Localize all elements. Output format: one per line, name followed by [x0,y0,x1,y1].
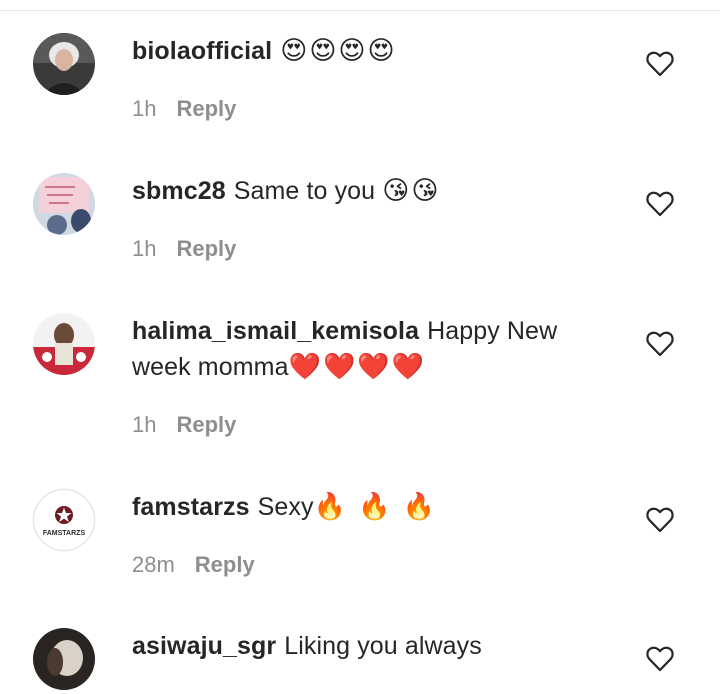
comment-meta: 1h Reply [132,411,236,439]
comment-text: famstarzs Sexy🔥 🔥 🔥 [132,489,612,525]
comment-emoji: 😍😍😍😍 [280,36,397,66]
comment-time: 1h [132,96,157,121]
user-avatar-photo-icon [33,628,95,690]
comment-text: sbmc28 Same to you 😘😘 [132,173,612,209]
comment-text: halima_ismail_kemisola Happy New week mom… [132,313,612,385]
famstarzs-logo-icon: FAMSTARZS [34,490,94,550]
comment-text: biolaofficial 😍😍😍😍 [132,33,612,69]
comment-time: 28m [132,552,175,577]
comment-meta: 28m Reply [132,551,255,579]
comment-username[interactable]: sbmc28 [132,177,226,205]
reply-button[interactable]: Reply [195,552,255,577]
user-avatar-photo-icon [33,173,95,235]
top-divider [0,0,720,11]
comment-body: Sexy [257,493,314,521]
comment-username[interactable]: halima_ismail_kemisola [132,317,419,345]
user-avatar-photo-icon [33,313,95,375]
avatar[interactable] [33,173,95,235]
avatar[interactable] [33,33,95,95]
heart-icon[interactable] [646,51,674,77]
comment-username[interactable]: famstarzs [132,493,250,521]
comment-meta: 1h Reply [132,95,236,123]
heart-icon[interactable] [646,507,674,533]
comment-emoji: 😘😘 [382,176,441,206]
reply-button[interactable]: Reply [176,96,236,121]
heart-icon[interactable] [646,646,674,672]
heart-icon[interactable] [646,191,674,217]
avatar[interactable]: FAMSTARZS [33,489,95,551]
comment-body: Liking you always [284,632,482,660]
avatar[interactable] [33,313,95,375]
comment-text: asiwaju_sgr Liking you always [132,628,612,664]
comment-body: Same to you [233,177,376,205]
comment-username[interactable]: asiwaju_sgr [132,632,276,660]
heart-icon[interactable] [646,331,674,357]
comment-emoji: 🔥 🔥 🔥 [313,492,438,522]
comment-username[interactable]: biolaofficial [132,37,272,65]
comment-time: 1h [132,236,157,261]
comment-time: 1h [132,412,157,437]
comment-emoji: ❤️❤️❤️❤️ [288,352,427,382]
avatar[interactable] [33,628,95,690]
reply-button[interactable]: Reply [176,236,236,261]
user-avatar-photo-icon [33,33,95,95]
reply-button[interactable]: Reply [176,412,236,437]
comment-meta: 1h Reply [132,235,236,263]
logo-text: FAMSTARZS [43,530,86,537]
